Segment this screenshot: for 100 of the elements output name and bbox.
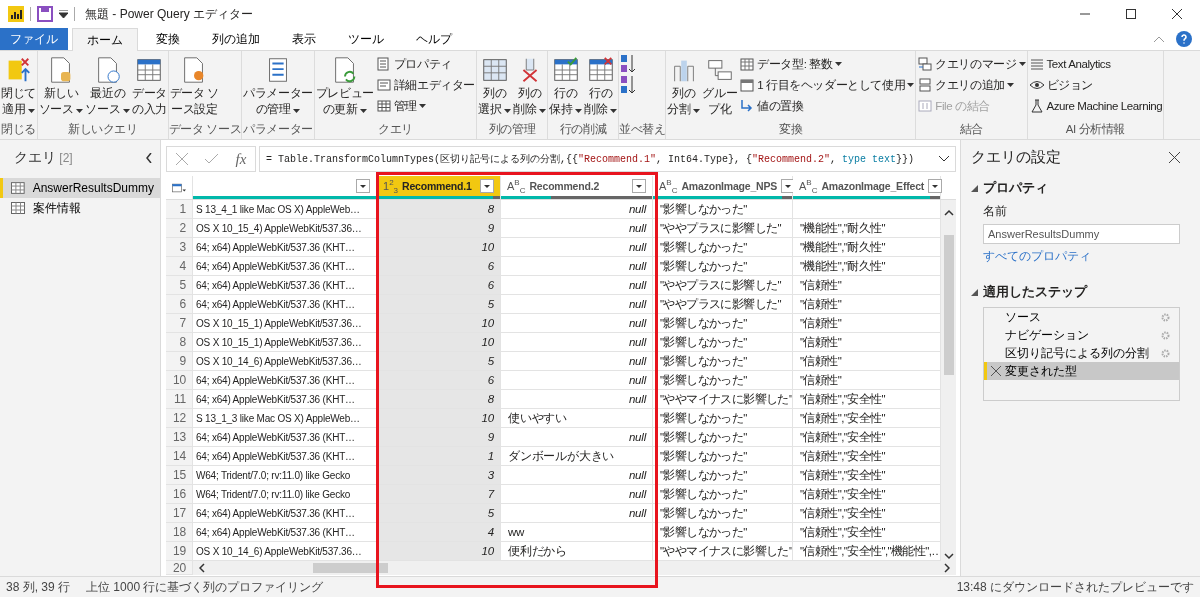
ribbon-button[interactable]: クエリのマージ — [916, 54, 1027, 74]
sort-button[interactable] — [619, 54, 638, 74]
column-header[interactable]: A$^{B}$$_{C}$ AmazonImage_Effect — [793, 176, 941, 199]
ribbon-button[interactable]: 詳細エディター — [374, 75, 477, 95]
group-label: 新しいクエリ — [67, 122, 139, 137]
menu-tab[interactable]: 列の追加 — [198, 28, 274, 50]
ribbon-button[interactable]: 列の 選択 — [477, 54, 513, 118]
delete-step-icon[interactable] — [991, 366, 1001, 376]
table-cell: 4 — [377, 523, 501, 542]
scroll-up-icon[interactable] — [943, 208, 954, 218]
row-number: 5 — [166, 276, 193, 295]
ribbon-button[interactable]: 新しい ソース — [37, 54, 85, 118]
ribbon-button[interactable]: Text Analytics — [1027, 54, 1164, 74]
caret-icon — [484, 184, 490, 188]
ribbon-button[interactable]: データ型: 整数 — [738, 54, 916, 74]
status-text: 13:48 にダウンロードされたプレビューです — [956, 578, 1194, 596]
filter-button[interactable] — [480, 179, 494, 193]
ribbon-button[interactable]: プレビュー の更新 — [314, 54, 375, 118]
step-item[interactable]: 変更された型 — [984, 362, 1179, 380]
table-cell: 7 — [377, 485, 501, 504]
ribbon-button[interactable]: パラメーター の管理 — [242, 54, 314, 118]
ribbon-button[interactable]: Azure Machine Learning — [1027, 96, 1164, 116]
table-cell: "機能性","耐久性" — [793, 238, 941, 257]
row-number: 7 — [166, 314, 193, 333]
menu-tab[interactable]: ツール — [334, 28, 398, 50]
filter-button[interactable] — [356, 179, 370, 193]
editor-scroll-icon — [375, 77, 392, 93]
table-cell: "信頼性","安全性" — [793, 466, 941, 485]
table-menu-icon[interactable] — [172, 181, 186, 194]
ribbon-button[interactable]: 閉じて 適用 — [0, 54, 37, 118]
table-cell: "信頼性" — [793, 371, 941, 390]
menu-tab[interactable]: ホーム — [72, 28, 138, 51]
row-number: 17 — [166, 504, 193, 523]
table-cell: "影響しなかった" — [653, 257, 793, 276]
formula-field[interactable]: = Table.TransformColumnTypes(区切り記号による列の分割,{{"Recommend.1", Int64.Type}, {"Recommend.2", type text}}) — [259, 146, 956, 172]
ribbon-button[interactable]: ビジョン — [1027, 75, 1164, 95]
filter-button[interactable] — [632, 179, 646, 193]
ribbon-button[interactable]: データ の入力 — [131, 54, 168, 118]
ribbon-button[interactable]: 最近の ソース — [84, 54, 132, 118]
scroll-down-icon[interactable] — [943, 551, 954, 561]
save-icon[interactable] — [37, 6, 53, 22]
menu-tab[interactable]: 表示 — [278, 28, 330, 50]
step-item[interactable]: ソース — [984, 308, 1179, 326]
ribbon-button[interactable]: 行の 保持 — [548, 54, 584, 118]
ribbon-button[interactable]: データ ソ ース設定 — [168, 54, 221, 118]
fx-button[interactable]: fx — [235, 150, 247, 168]
vertical-scrollbar[interactable] — [941, 200, 956, 561]
sort-button[interactable] — [619, 75, 638, 95]
table-cell: "ややプラスに影響した" — [653, 295, 793, 314]
check-icon[interactable] — [205, 154, 219, 164]
menu-tab[interactable]: ファイル — [0, 28, 68, 50]
group-label: データ ソース — [168, 122, 242, 137]
caret-icon — [360, 184, 366, 188]
group-label: AI 分析情報 — [1064, 122, 1127, 137]
ribbon-button[interactable]: 行の 削除 — [583, 54, 619, 118]
query-item[interactable]: AnswerResultsDummy — [0, 178, 160, 198]
collapse-ribbon-icon[interactable] — [1154, 36, 1164, 42]
close-icon[interactable] — [1169, 152, 1180, 163]
scroll-right-icon[interactable] — [944, 563, 950, 573]
ribbon-button[interactable]: 管理 — [374, 96, 477, 116]
column-header[interactable]: A$^{B}$$_{C}$ Recommend.2 — [501, 176, 653, 199]
query-item[interactable]: 案件情報 — [0, 198, 160, 218]
grid-icon — [375, 98, 392, 114]
collapse-chevron-icon[interactable] — [146, 153, 152, 163]
ribbon-button[interactable]: 列の 削除 — [512, 54, 548, 118]
caret-icon — [27, 109, 35, 113]
column-header[interactable]: 1$^{2}$$_{3}$ Recommend.1 — [377, 176, 501, 199]
name-field[interactable]: AnswerResultsDummy — [983, 224, 1180, 244]
column-header[interactable]: A$^{B}$$_{C}$ AmazonImage_NPS — [653, 176, 793, 199]
table-cell: 6 — [377, 276, 501, 295]
group-label: 結合 — [958, 122, 984, 137]
help-icon[interactable] — [1176, 31, 1192, 47]
filter-button[interactable] — [928, 179, 943, 193]
table-cell: "ややプラスに影響した" — [653, 219, 793, 238]
column-title: AmazonImage_Effect — [821, 180, 925, 192]
ribbon-button[interactable]: グルー プ化 — [701, 54, 739, 118]
horizontal-scrollbar[interactable] — [193, 561, 956, 575]
ribbon-button[interactable]: 1 行目をヘッダーとして使用 — [738, 75, 916, 95]
scroll-left-icon[interactable] — [199, 563, 205, 573]
expand-chevron-icon[interactable] — [939, 156, 949, 162]
ribbon-button[interactable]: 値の置換 — [738, 96, 916, 116]
row-number: 15 — [166, 466, 193, 485]
table-cell: null — [501, 504, 653, 523]
ribbon-button[interactable]: クエリの追加 — [916, 75, 1027, 95]
expand-arrow-icon[interactable] — [971, 288, 978, 296]
table-cell: ww — [501, 523, 653, 542]
minimize-icon — [1080, 13, 1090, 15]
ribbon-button[interactable]: 列の 分割 — [666, 54, 702, 118]
caret-icon — [834, 62, 842, 66]
menu-tab[interactable]: ヘルプ — [402, 28, 466, 50]
table-cell: "機能性","耐久性" — [793, 257, 941, 276]
menu-tab[interactable]: 変換 — [142, 28, 194, 50]
step-item[interactable]: ナビゲーション — [984, 326, 1179, 344]
ribbon-button[interactable]: プロパティ — [374, 54, 477, 74]
table-cell: "ややプラスに影響した" — [653, 276, 793, 295]
all-properties-link[interactable]: すべてのプロパティ — [983, 248, 1180, 265]
step-item[interactable]: 区切り記号による列の分割 — [984, 344, 1179, 362]
flask-icon — [1028, 98, 1045, 114]
expand-arrow-icon[interactable] — [971, 184, 978, 192]
dropdown-icon[interactable] — [59, 10, 68, 18]
